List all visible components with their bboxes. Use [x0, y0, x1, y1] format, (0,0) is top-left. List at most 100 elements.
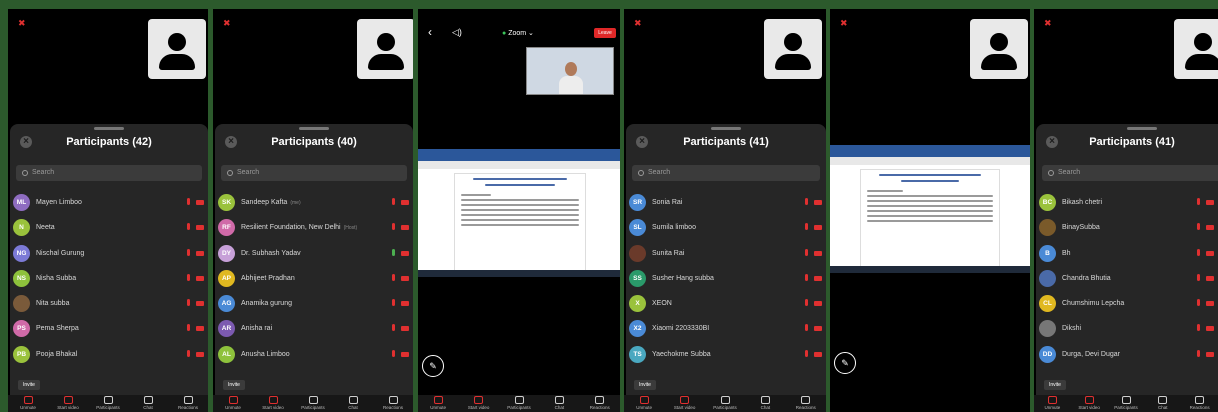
participant-row[interactable]: DY Dr. Subhash Yadav — [215, 241, 413, 266]
participant-row[interactable]: AR Anisha rai — [215, 316, 413, 341]
participants-title: Participants (42) — [66, 136, 152, 148]
participant-row[interactable]: N Neeta — [10, 215, 208, 240]
toolbar-label: Start video — [262, 405, 284, 410]
mic-muted-icon — [805, 248, 808, 256]
toolbar-chat-button[interactable]: Chat — [1148, 396, 1178, 410]
invite-button[interactable]: Invite — [18, 380, 40, 390]
video-off-icon — [1084, 396, 1094, 404]
search-input[interactable]: Search — [632, 165, 820, 181]
toolbar-participants-button[interactable]: Participants — [710, 396, 740, 410]
participant-row[interactable]: BinaySubba — [1036, 215, 1218, 240]
annotate-pen-icon[interactable]: ✎ — [834, 352, 856, 374]
participant-name: Sunita Rai — [652, 249, 685, 257]
participants-icon — [720, 396, 730, 404]
participant-row[interactable]: B Bh — [1036, 241, 1218, 266]
participant-row[interactable]: SK Sandeep Kafta (me) — [215, 190, 413, 215]
toolbar-mic-button[interactable]: Unmute — [13, 396, 43, 410]
participant-row[interactable]: TS Yaechokme Subba — [626, 342, 826, 367]
toolbar-chat-button[interactable]: Chat — [338, 396, 368, 410]
search-icon — [22, 170, 28, 176]
participant-row[interactable]: AL Anusha Limboo — [215, 342, 413, 367]
back-arrow-icon[interactable]: ‹ — [428, 25, 432, 39]
drag-handle[interactable] — [711, 127, 741, 130]
participant-avatar: BC — [1039, 194, 1056, 211]
toolbar-video-off-button[interactable]: Start video — [53, 396, 83, 410]
participant-row[interactable]: X2 Xiaomi 2203330BI — [626, 316, 826, 341]
participant-name: Chumshimu Lepcha — [1062, 300, 1125, 308]
video-off-icon — [196, 275, 204, 281]
toolbar-reactions-button[interactable]: Reactions — [791, 396, 821, 410]
invite-button[interactable]: Invite — [1044, 380, 1066, 390]
toolbar-video-off-button[interactable]: Start video — [1074, 396, 1104, 410]
video-off-icon — [268, 396, 278, 404]
participant-row[interactable]: NG Nischal Gurung — [10, 241, 208, 266]
participant-row[interactable]: Nita subba — [10, 291, 208, 316]
drag-handle[interactable] — [299, 127, 329, 130]
toolbar-mic-button[interactable]: Unmute — [218, 396, 248, 410]
toolbar-mic-button[interactable]: Unmute — [423, 396, 453, 410]
screenshot-participants-2: ✖ × Participants (40) Search SK Sandeep K… — [213, 9, 413, 412]
speaker-video-thumbnail[interactable] — [526, 47, 614, 95]
toolbar-video-off-button[interactable]: Start video — [464, 396, 494, 410]
search-input[interactable]: Search — [221, 165, 407, 181]
annotate-pen-icon[interactable]: ✎ — [422, 355, 444, 377]
mic-muted-icon — [187, 349, 190, 357]
participant-row[interactable]: X XEON — [626, 291, 826, 316]
toolbar-chat-button[interactable]: Chat — [133, 396, 163, 410]
mic-muted-icon: ✖ — [634, 18, 642, 28]
participant-row[interactable]: NS Nisha Subba — [10, 266, 208, 291]
participant-row[interactable]: SL Sumila limboo — [626, 215, 826, 240]
toolbar-participants-button[interactable]: Participants — [1111, 396, 1141, 410]
participant-name: Resilient Foundation, New Delhi (Host) — [241, 224, 358, 232]
toolbar-reactions-button[interactable]: Reactions — [378, 396, 408, 410]
participant-row[interactable]: RF Resilient Foundation, New Delhi (Host) — [215, 215, 413, 240]
reactions-icon — [595, 396, 605, 404]
toolbar-mic-button[interactable]: Unmute — [629, 396, 659, 410]
toolbar-reactions-button[interactable]: Reactions — [173, 396, 203, 410]
toolbar-reactions-button[interactable]: Reactions — [1185, 396, 1215, 410]
participant-avatar — [1039, 320, 1056, 338]
invite-button[interactable]: Invite — [223, 380, 245, 390]
toolbar-mic-button[interactable]: Unmute — [1037, 396, 1067, 410]
invite-button[interactable]: Invite — [634, 380, 656, 390]
mic-muted-icon — [392, 349, 395, 357]
participant-row[interactable]: AG Anamika gurung — [215, 291, 413, 316]
participant-row[interactable]: BC Bikash chetri — [1036, 190, 1218, 215]
self-video-avatar — [970, 19, 1028, 79]
video-off-icon — [814, 250, 822, 256]
toolbar-reactions-button[interactable]: Reactions — [585, 396, 615, 410]
toolbar-participants-button[interactable]: Participants — [93, 396, 123, 410]
participant-row[interactable]: Chandra Bhutia — [1036, 266, 1218, 291]
toolbar-label: Start video — [467, 405, 490, 410]
toolbar-participants-button[interactable]: Participants — [504, 396, 534, 410]
speaker-icon[interactable]: ◁) — [452, 27, 462, 38]
toolbar-video-off-button[interactable]: Start video — [258, 396, 288, 410]
participant-row[interactable]: AP Abhijeet Pradhan — [215, 266, 413, 291]
participant-row[interactable]: CL Chumshimu Lepcha — [1036, 291, 1218, 316]
participant-row[interactable]: DD Durga, Devi Dugar — [1036, 342, 1218, 367]
toolbar-chat-button[interactable]: Chat — [750, 396, 780, 410]
participant-avatar: N — [13, 219, 30, 237]
participant-name: Bikash chetri — [1062, 199, 1103, 206]
mic-muted-icon: ✖ — [1044, 18, 1052, 28]
participant-row[interactable]: PB Pooja Bhakal — [10, 342, 208, 367]
app-label[interactable]: ● Zoom ⌄ — [502, 29, 534, 37]
participant-row[interactable]: SR Sonia Rai — [626, 190, 826, 215]
drag-handle[interactable] — [94, 127, 124, 130]
participant-row[interactable]: ML Mayen Limboo — [10, 190, 208, 215]
participant-row[interactable]: Sunita Rai — [626, 241, 826, 266]
participant-row[interactable]: Dikshi — [1036, 316, 1218, 341]
leave-button[interactable]: Leave — [594, 28, 616, 38]
toolbar-chat-button[interactable]: Chat — [544, 396, 574, 410]
toolbar-participants-button[interactable]: Participants — [298, 396, 328, 410]
chat-icon — [554, 396, 564, 404]
drag-handle[interactable] — [1127, 127, 1157, 130]
participant-name: Anusha Limboo — [241, 350, 290, 358]
search-input[interactable]: Search — [1042, 165, 1218, 181]
toolbar-video-off-button[interactable]: Start video — [670, 396, 700, 410]
search-input[interactable]: Search — [16, 165, 202, 181]
participant-row[interactable]: SS Susher Hang subba — [626, 266, 826, 291]
video-off-icon — [196, 250, 204, 256]
participant-row[interactable]: PS Pema Sherpa — [10, 316, 208, 341]
reactions-icon — [801, 396, 811, 404]
